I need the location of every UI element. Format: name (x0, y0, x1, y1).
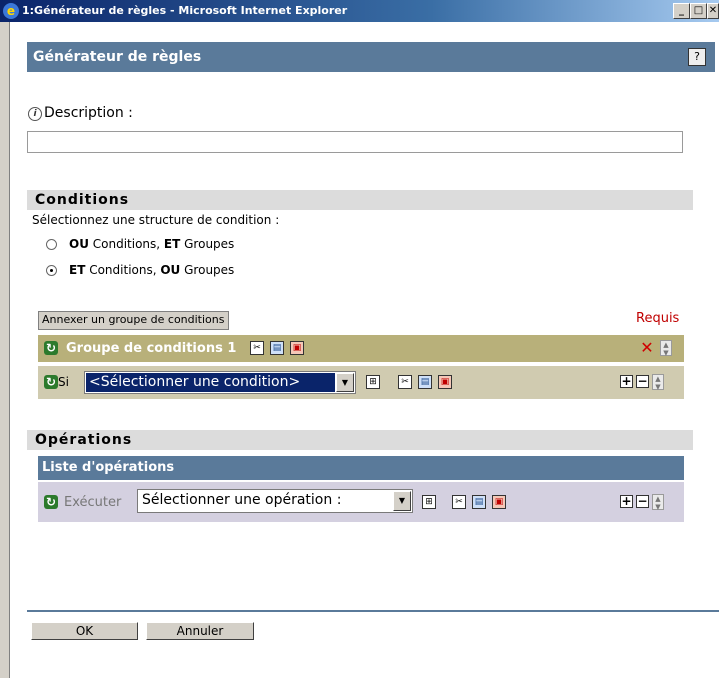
window-left-border (0, 22, 10, 678)
refresh-icon[interactable]: ↻ (44, 341, 58, 355)
operation-select-value: Sélectionner une opération : (142, 492, 342, 508)
add-condition-icon[interactable]: + (620, 375, 633, 388)
description-label: Description : (44, 105, 133, 121)
copy-icon[interactable]: ▤ (270, 341, 284, 355)
execute-label: Exécuter (64, 495, 122, 510)
condition-structure-prompt: Sélectionnez une structure de condition … (32, 213, 280, 227)
info-icon: i (28, 107, 42, 121)
description-input[interactable] (27, 131, 683, 153)
operation-row: ↻ Exécuter Sélectionner une opération : … (38, 482, 684, 522)
condition-group-header: ↻ Groupe de conditions 1 ✂ ▤ ▣ ✕ ▲ ▼ (38, 335, 684, 362)
conditions-section-title: Conditions (35, 192, 130, 208)
refresh-icon[interactable]: ↻ (44, 375, 58, 389)
operation-editor-icon[interactable]: ⊞ (422, 495, 436, 509)
if-label: Si (58, 375, 69, 389)
copy-icon[interactable]: ▤ (472, 495, 486, 509)
ok-button[interactable]: OK (31, 622, 138, 640)
cut-icon[interactable]: ✂ (250, 341, 264, 355)
cancel-button[interactable]: Annuler (146, 622, 254, 640)
condition-group-title: Groupe de conditions 1 (66, 341, 237, 356)
maximize-button[interactable]: □ (690, 3, 707, 19)
operations-section-title: Opérations (35, 432, 133, 448)
conditions-section-header: Conditions (27, 190, 693, 210)
radio-or-conditions[interactable] (46, 239, 57, 250)
page-header: Générateur de règles ? (27, 42, 715, 72)
condition-row: ↻ Si <Sélectionner une condition> ▼ ⊞ ✂ … (38, 366, 684, 399)
refresh-icon[interactable]: ↻ (44, 495, 58, 509)
page-title: Générateur de règles (33, 49, 202, 65)
condition-editor-icon[interactable]: ⊞ (366, 375, 380, 389)
add-operation-icon[interactable]: + (620, 495, 633, 508)
footer-divider (27, 610, 719, 612)
paste-icon[interactable]: ▣ (290, 341, 304, 355)
add-condition-group-button[interactable]: Annexer un groupe de conditions (38, 311, 229, 330)
condition-select[interactable]: <Sélectionner une condition> ▼ (84, 371, 356, 394)
internet-explorer-icon: e (3, 3, 19, 19)
required-label: Requis (636, 311, 680, 326)
window-titlebar: e 1:Générateur de règles - Microsoft Int… (0, 0, 719, 22)
move-updown-icon[interactable]: ▲ ▼ (652, 494, 664, 511)
remove-operation-icon[interactable]: − (636, 495, 649, 508)
chevron-down-icon[interactable]: ▼ (336, 373, 354, 392)
operations-section-header: Opérations (27, 430, 693, 450)
help-icon[interactable]: ? (688, 48, 706, 66)
move-updown-icon[interactable]: ▲ ▼ (652, 374, 664, 391)
cut-icon[interactable]: ✂ (452, 495, 466, 509)
operations-list-header: Liste d'opérations (38, 456, 684, 480)
copy-icon[interactable]: ▤ (418, 375, 432, 389)
minimize-button[interactable]: _ (673, 3, 690, 19)
paste-icon[interactable]: ▣ (492, 495, 506, 509)
cut-icon[interactable]: ✂ (398, 375, 412, 389)
radio-and-conditions[interactable] (46, 265, 57, 276)
window-title: 1:Générateur de règles - Microsoft Inter… (22, 4, 348, 17)
chevron-down-icon[interactable]: ▼ (393, 491, 411, 511)
close-button[interactable]: ✕ (707, 3, 719, 19)
delete-group-icon[interactable]: ✕ (640, 340, 654, 356)
remove-condition-icon[interactable]: − (636, 375, 649, 388)
move-updown-icon[interactable]: ▲ ▼ (660, 340, 672, 357)
radio-and-conditions-label[interactable]: ET Conditions, OU Groupes (69, 263, 234, 277)
radio-or-conditions-label[interactable]: OU Conditions, ET Groupes (69, 237, 234, 251)
paste-icon[interactable]: ▣ (438, 375, 452, 389)
condition-select-value: <Sélectionner une condition> (86, 373, 335, 392)
operations-list-title: Liste d'opérations (42, 460, 175, 475)
operation-select[interactable]: Sélectionner une opération : ▼ (137, 489, 413, 513)
